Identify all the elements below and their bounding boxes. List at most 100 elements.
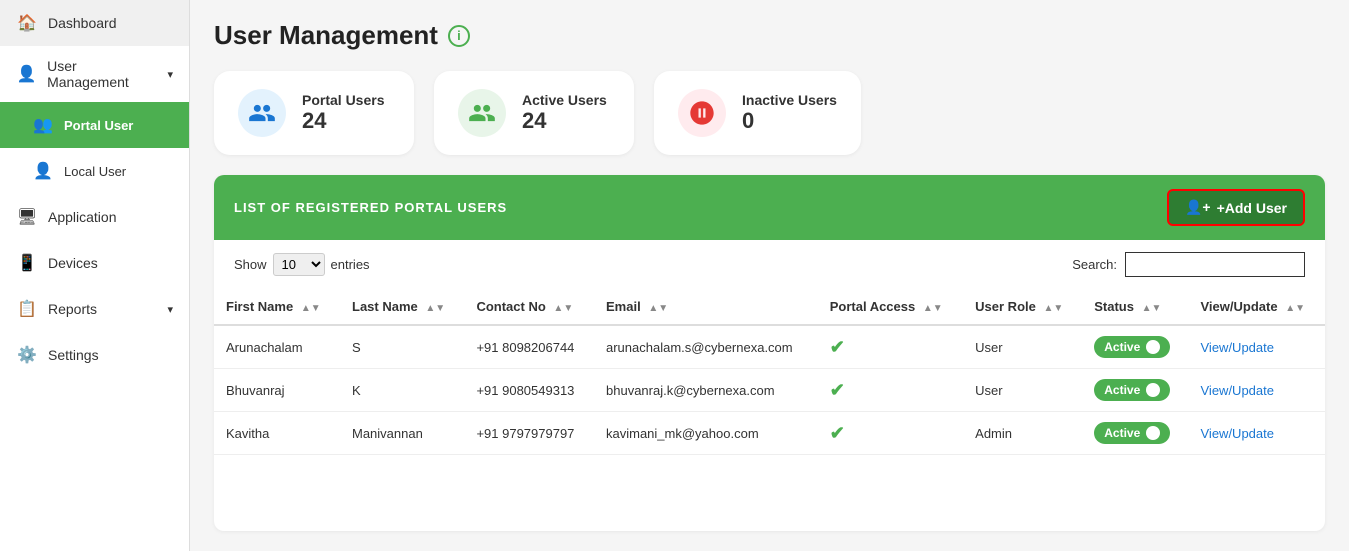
sidebar-item-devices[interactable]: 📱 Devices: [0, 240, 189, 286]
table-header-row: First Name ▲▼ Last Name ▲▼ Contact No ▲▼: [214, 289, 1325, 325]
stat-info-active-users: Active Users 24: [522, 92, 607, 134]
cell-status: Active: [1082, 325, 1188, 369]
sort-icon: ▲▼: [1142, 303, 1162, 314]
col-email[interactable]: Email ▲▼: [594, 289, 818, 325]
cell-user-role: User: [963, 369, 1082, 412]
sidebar-item-reports[interactable]: 📋 Reports ▾: [0, 286, 189, 332]
sidebar: 🏠 Dashboard 👤 User Management ▾ 👥 Portal…: [0, 0, 190, 551]
sidebar-item-label: Reports: [48, 301, 97, 317]
toggle-dot: [1146, 383, 1160, 397]
cell-view-update: View/Update: [1189, 412, 1326, 455]
chevron-down-icon: ▾: [167, 68, 173, 81]
sort-icon: ▲▼: [923, 303, 943, 314]
sidebar-item-label: Devices: [48, 255, 98, 271]
sidebar-item-label: Settings: [48, 347, 99, 363]
table-header-title: LIST OF REGISTERED PORTAL USERS: [234, 200, 507, 215]
sidebar-item-application[interactable]: 🖥 Application: [0, 194, 189, 240]
cell-email: arunachalam.s@cybernexa.com: [594, 325, 818, 369]
chevron-down-icon: ▾: [167, 303, 173, 316]
settings-icon: ⚙️: [16, 344, 38, 366]
table-header: LIST OF REGISTERED PORTAL USERS 👤+ +Add …: [214, 175, 1325, 240]
sort-icon: ▲▼: [301, 303, 321, 314]
cell-first-name: Kavitha: [214, 412, 340, 455]
cell-contact-no: +91 8098206744: [464, 325, 594, 369]
search-input[interactable]: [1125, 252, 1305, 277]
table-row: Bhuvanraj K +91 9080549313 bhuvanraj.k@c…: [214, 369, 1325, 412]
info-icon[interactable]: i: [448, 25, 470, 47]
cell-first-name: Arunachalam: [214, 325, 340, 369]
stat-value-active-users: 24: [522, 108, 607, 134]
portal-access-check: ✔: [830, 423, 845, 443]
view-update-link[interactable]: View/Update: [1201, 383, 1274, 398]
page-title: User Management: [214, 20, 438, 51]
cell-user-role: User: [963, 325, 1082, 369]
add-user-icon: 👤+: [1185, 199, 1211, 216]
sidebar-item-label: Portal User: [64, 118, 133, 133]
col-first-name[interactable]: First Name ▲▼: [214, 289, 340, 325]
cell-last-name: K: [340, 369, 464, 412]
sidebar-item-label: Dashboard: [48, 15, 117, 31]
col-user-role[interactable]: User Role ▲▼: [963, 289, 1082, 325]
cell-first-name: Bhuvanraj: [214, 369, 340, 412]
sidebar-item-dashboard[interactable]: 🏠 Dashboard: [0, 0, 189, 46]
entries-label: entries: [331, 257, 370, 272]
sort-icon: ▲▼: [1285, 303, 1305, 314]
col-last-name[interactable]: Last Name ▲▼: [340, 289, 464, 325]
cell-email: kavimani_mk@yahoo.com: [594, 412, 818, 455]
search-label: Search:: [1072, 257, 1117, 272]
reports-icon: 📋: [16, 298, 38, 320]
stat-value-portal-users: 24: [302, 108, 384, 134]
sort-icon: ▲▼: [553, 303, 573, 314]
home-icon: 🏠: [16, 12, 38, 34]
col-view-update[interactable]: View/Update ▲▼: [1189, 289, 1326, 325]
table-wrapper: First Name ▲▼ Last Name ▲▼ Contact No ▲▼: [214, 289, 1325, 531]
entries-select[interactable]: 10 25 50 100: [273, 253, 325, 276]
users-table: First Name ▲▼ Last Name ▲▼ Contact No ▲▼: [214, 289, 1325, 455]
stat-label-active-users: Active Users: [522, 92, 607, 108]
sort-icon: ▲▼: [648, 303, 668, 314]
cell-last-name: Manivannan: [340, 412, 464, 455]
view-update-link[interactable]: View/Update: [1201, 340, 1274, 355]
stat-value-inactive-users: 0: [742, 108, 837, 134]
stat-card-portal-users: Portal Users 24: [214, 71, 414, 155]
cell-user-role: Admin: [963, 412, 1082, 455]
application-icon: 🖥: [16, 206, 38, 228]
add-user-button[interactable]: 👤+ +Add User: [1167, 189, 1305, 226]
sidebar-item-user-management[interactable]: 👤 User Management ▾: [0, 46, 189, 102]
col-portal-access[interactable]: Portal Access ▲▼: [818, 289, 963, 325]
status-badge[interactable]: Active: [1094, 379, 1170, 401]
toggle-dot: [1146, 426, 1160, 440]
show-entries: Show 10 25 50 100 entries: [234, 253, 370, 276]
cell-email: bhuvanraj.k@cybernexa.com: [594, 369, 818, 412]
sidebar-item-local-user[interactable]: 👤 Local User: [0, 148, 189, 194]
status-badge[interactable]: Active: [1094, 422, 1170, 444]
sidebar-item-portal-user[interactable]: 👥 Portal User: [0, 102, 189, 148]
table-row: Kavitha Manivannan +91 9797979797 kavima…: [214, 412, 1325, 455]
cell-view-update: View/Update: [1189, 369, 1326, 412]
cell-status: Active: [1082, 369, 1188, 412]
stat-card-active-users: Active Users 24: [434, 71, 634, 155]
col-status[interactable]: Status ▲▼: [1082, 289, 1188, 325]
status-badge[interactable]: Active: [1094, 336, 1170, 358]
stat-info-inactive-users: Inactive Users 0: [742, 92, 837, 134]
sidebar-item-settings[interactable]: ⚙️ Settings: [0, 332, 189, 378]
cell-portal-access: ✔: [818, 325, 963, 369]
local-user-icon: 👤: [32, 160, 54, 182]
stat-label-portal-users: Portal Users: [302, 92, 384, 108]
cell-contact-no: +91 9080549313: [464, 369, 594, 412]
stats-row: Portal Users 24 Active Users 24 Inactive…: [214, 71, 1325, 155]
sidebar-item-label: User Management: [47, 58, 157, 90]
view-update-link[interactable]: View/Update: [1201, 426, 1274, 441]
show-label: Show: [234, 257, 267, 272]
col-contact-no[interactable]: Contact No ▲▼: [464, 289, 594, 325]
stat-info-portal-users: Portal Users 24: [302, 92, 384, 134]
cell-last-name: S: [340, 325, 464, 369]
portal-user-icon: 👥: [32, 114, 54, 136]
cell-portal-access: ✔: [818, 369, 963, 412]
stat-label-inactive-users: Inactive Users: [742, 92, 837, 108]
active-users-icon: [458, 89, 506, 137]
main-content: User Management i Portal Users 24 Active…: [190, 0, 1349, 551]
cell-view-update: View/Update: [1189, 325, 1326, 369]
portal-access-check: ✔: [830, 337, 845, 357]
devices-icon: 📱: [16, 252, 38, 274]
